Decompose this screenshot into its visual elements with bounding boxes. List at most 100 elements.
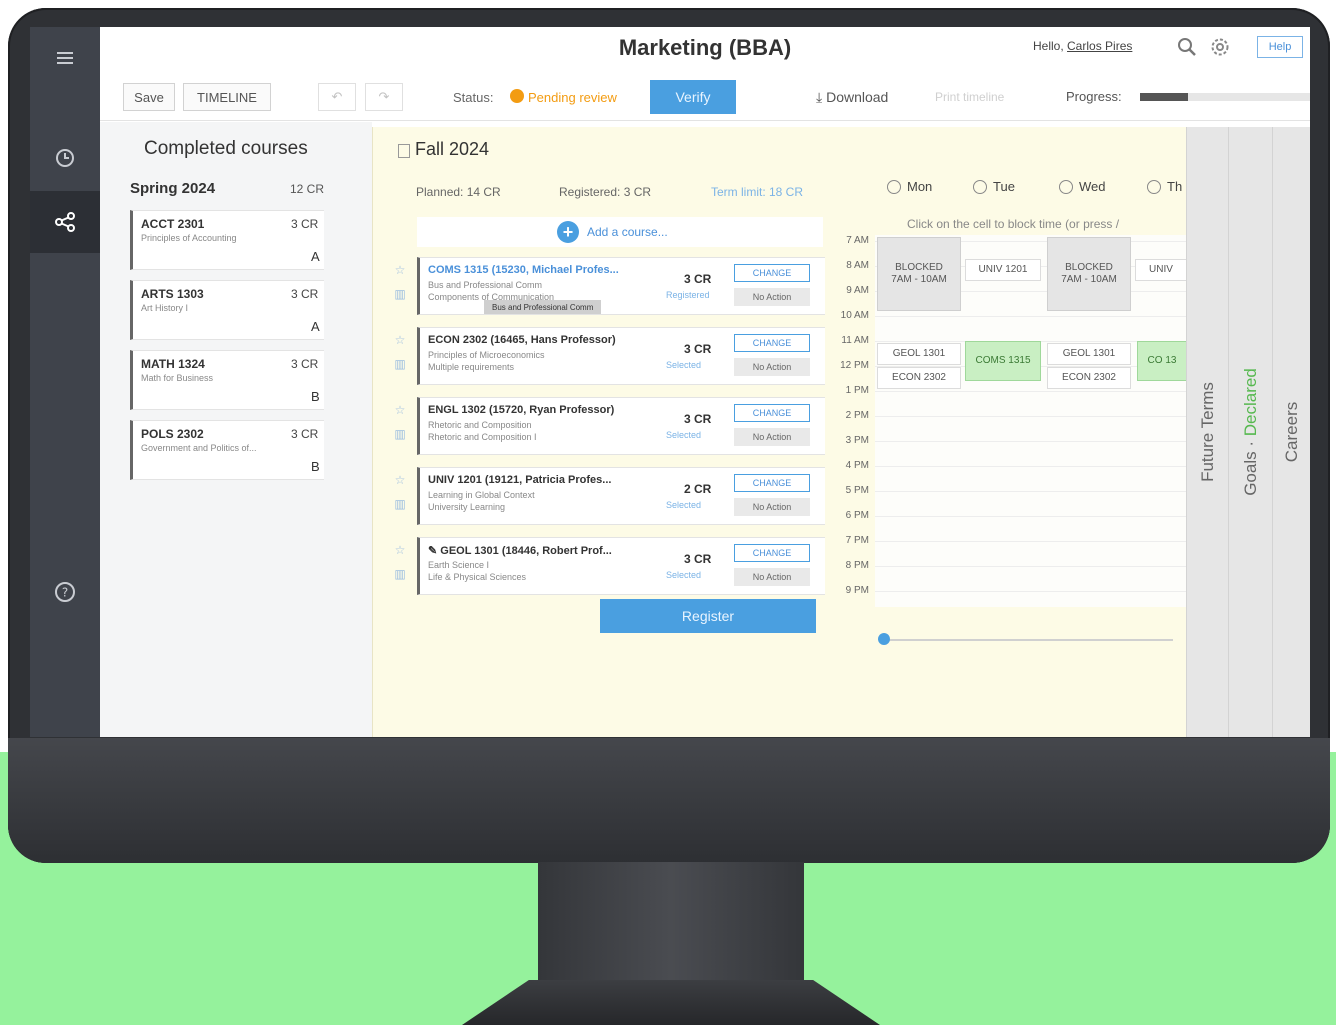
course-title[interactable]: UNIV 1201 (19121, Patricia Profes... <box>428 474 638 486</box>
planned-course-card[interactable]: ENGL 1302 (15720, Ryan Professor) Rhetor… <box>417 397 825 455</box>
day-toggle-mon[interactable]: Mon <box>887 179 932 194</box>
star-icon[interactable]: ☆ <box>393 543 407 557</box>
help-button[interactable]: Help <box>1257 36 1303 58</box>
save-button[interactable]: Save <box>123 83 175 111</box>
term-title: Fall 2024 <box>415 139 490 159</box>
time-label: 10 AM <box>840 310 869 321</box>
planned-course-card[interactable]: UNIV 1201 (19121, Patricia Profes... Lea… <box>417 467 825 525</box>
blocked-time-slot[interactable]: BLOCKED 7AM - 10AM <box>877 237 961 311</box>
goals-separator: · <box>1240 436 1260 452</box>
course-slot[interactable]: ECON 2302 <box>877 367 961 389</box>
course-slot[interactable]: ECON 2302 <box>1047 367 1131 389</box>
action-dropdown[interactable]: No Action <box>734 358 810 376</box>
blocked-time-slot[interactable]: BLOCKED 7AM - 10AM <box>1047 237 1131 311</box>
course-code: ACCT 2301 <box>141 217 205 231</box>
print-timeline-button[interactable]: Print timeline <box>935 90 1004 104</box>
completed-term-title: Spring 2024 <box>130 180 216 197</box>
menu-button[interactable] <box>30 27 100 89</box>
collapse-icon[interactable] <box>398 144 410 158</box>
action-dropdown[interactable]: No Action <box>734 568 810 586</box>
verify-button[interactable]: Verify <box>650 80 736 114</box>
share-nodes-icon <box>54 211 76 233</box>
course-tooltip: Bus and Professional Comm <box>484 300 602 314</box>
time-label: 2 PM <box>845 410 869 421</box>
time-label: 8 PM <box>845 560 869 571</box>
course-slot-registered[interactable]: CO 13 <box>1137 341 1187 381</box>
day-toggle-thu[interactable]: Th <box>1147 179 1182 194</box>
action-dropdown[interactable]: No Action <box>734 498 810 516</box>
add-course-row[interactable]: + Add a course... <box>417 217 823 247</box>
history-button[interactable] <box>30 127 100 189</box>
trash-icon[interactable]: ▥ <box>393 287 407 301</box>
course-slot[interactable]: GEOL 1301 <box>1047 343 1131 365</box>
course-name: Government and Politics of... <box>141 443 257 453</box>
course-grade: B <box>311 459 320 474</box>
day-toggle-tue[interactable]: Tue <box>973 179 1015 194</box>
svg-text:?: ? <box>62 586 68 600</box>
course-grade: A <box>311 249 320 264</box>
planned-course-card[interactable]: ✎ GEOL 1301 (18446, Robert Prof... Earth… <box>417 537 825 595</box>
time-label: 5 PM <box>845 485 869 496</box>
action-dropdown[interactable]: No Action <box>734 428 810 446</box>
change-button[interactable]: CHANGE <box>734 544 810 562</box>
pencil-icon[interactable]: ✎ <box>428 545 440 557</box>
time-label: 6 PM <box>845 510 869 521</box>
star-icon[interactable]: ☆ <box>393 263 407 277</box>
planned-course-card[interactable]: ECON 2302 (16465, Hans Professor) Princi… <box>417 327 825 385</box>
undo-button[interactable]: ↶ <box>318 83 356 111</box>
action-dropdown[interactable]: No Action <box>734 288 810 306</box>
left-rail: ? <box>30 27 100 737</box>
download-button[interactable]: ⤓ Download <box>816 89 888 106</box>
course-title[interactable]: ENGL 1302 (15720, Ryan Professor) <box>428 404 638 416</box>
time-label: 7 AM <box>846 235 869 246</box>
course-credits: 3 CR <box>684 272 712 286</box>
trash-icon[interactable]: ▥ <box>393 357 407 371</box>
user-name-link[interactable]: Carlos Pires <box>1067 39 1132 53</box>
completed-course-card[interactable]: POLS 2302 3 CR Government and Politics o… <box>130 420 324 480</box>
grid-line <box>875 566 1187 567</box>
tab-goals[interactable]: Goals · Declared <box>1228 127 1272 737</box>
tab-careers[interactable]: Careers <box>1272 127 1310 737</box>
trash-icon[interactable]: ▥ <box>393 427 407 441</box>
grid-line <box>875 591 1187 592</box>
trash-icon[interactable]: ▥ <box>393 567 407 581</box>
schedule-scrollbar[interactable] <box>883 639 1173 641</box>
change-button[interactable]: CHANGE <box>734 474 810 492</box>
completed-course-card[interactable]: ACCT 2301 3 CR Principles of Accounting … <box>130 210 324 270</box>
redo-button[interactable]: ↷ <box>365 83 403 111</box>
timelines-button[interactable]: TIMELINE <box>183 83 271 111</box>
course-code: ARTS 1303 <box>141 287 204 301</box>
course-title[interactable]: ✎ GEOL 1301 (18446, Robert Prof... <box>428 544 638 557</box>
completed-course-card[interactable]: MATH 1324 3 CR Math for Business B <box>130 350 324 410</box>
course-slot-registered[interactable]: COMS 1315 <box>965 341 1041 381</box>
star-icon[interactable]: ☆ <box>393 473 407 487</box>
completed-course-card[interactable]: ARTS 1303 3 CR Art History I A <box>130 280 324 340</box>
planned-course-card[interactable]: COMS 1315 (15230, Michael Profes... Bus … <box>417 257 825 315</box>
course-slot[interactable]: GEOL 1301 <box>877 343 961 365</box>
course-credits: 3 CR <box>291 357 319 371</box>
register-button[interactable]: Register <box>600 599 816 633</box>
search-icon[interactable] <box>1175 35 1199 59</box>
course-slot[interactable]: UNIV 1201 <box>965 259 1041 281</box>
day-toggle-wed[interactable]: Wed <box>1059 179 1106 194</box>
question-icon: ? <box>54 581 76 603</box>
gear-icon[interactable] <box>1208 35 1232 59</box>
tab-future-terms[interactable]: Future Terms <box>1186 127 1228 737</box>
help-rail-button[interactable]: ? <box>30 561 100 623</box>
course-slot[interactable]: UNIV <box>1135 259 1187 281</box>
schedule-scroll-handle[interactable] <box>878 633 890 645</box>
course-title[interactable]: COMS 1315 (15230, Michael Profes... <box>428 264 638 276</box>
trash-icon[interactable]: ▥ <box>393 497 407 511</box>
change-button[interactable]: CHANGE <box>734 334 810 352</box>
change-button[interactable]: CHANGE <box>734 404 810 422</box>
goals-label: Goals <box>1240 451 1260 496</box>
star-icon[interactable]: ☆ <box>393 403 407 417</box>
change-button[interactable]: CHANGE <box>734 264 810 282</box>
schedule-grid[interactable]: BLOCKED 7AM - 10AM UNIV 1201 BLOCKED 7AM -… <box>875 235 1187 607</box>
blocked-slot-text: BLOCKED 7AM - 10AM <box>1061 262 1117 286</box>
time-label: 1 PM <box>845 385 869 396</box>
course-title[interactable]: ECON 2302 (16465, Hans Professor) <box>428 334 638 346</box>
pathway-button[interactable] <box>30 191 100 253</box>
grid-line <box>875 516 1187 517</box>
star-icon[interactable]: ☆ <box>393 333 407 347</box>
